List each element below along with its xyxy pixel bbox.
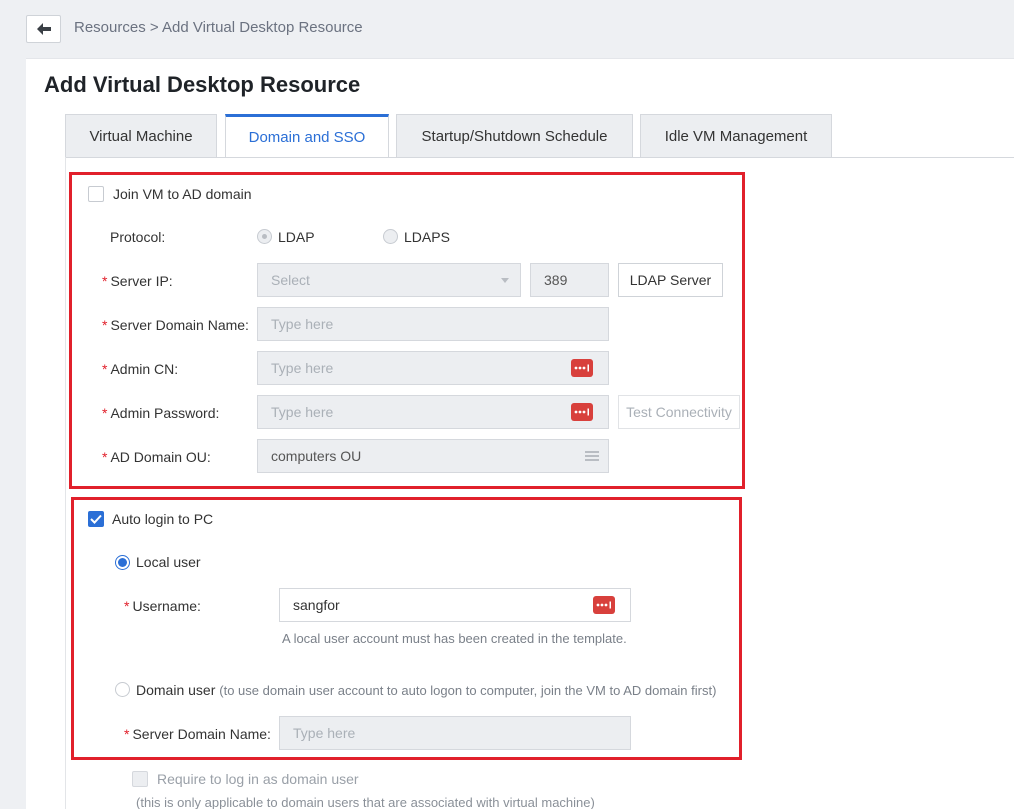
page-title: Add Virtual Desktop Resource — [44, 72, 361, 97]
admin-password-input[interactable]: Type here — [257, 395, 609, 429]
password-manager-icon[interactable] — [593, 596, 615, 614]
tab-domain-and-sso[interactable]: Domain and SSO — [225, 114, 389, 158]
auto-login-checkbox[interactable] — [88, 511, 104, 527]
arrow-left-icon — [36, 23, 51, 35]
ad-domain-ou-label: * AD Domain OU: — [102, 449, 211, 465]
domain-user-radio[interactable] — [115, 682, 130, 697]
breadcrumb-root[interactable]: Resources — [74, 19, 146, 36]
username-hint: A local user account must has been creat… — [282, 631, 627, 646]
check-icon — [90, 514, 102, 524]
password-manager-icon[interactable] — [571, 403, 593, 421]
breadcrumb: Resources > Add Virtual Desktop Resource — [74, 19, 363, 36]
chevron-down-icon — [501, 278, 509, 283]
sso-server-domain-input[interactable]: Type here — [279, 716, 631, 750]
username-input[interactable]: sangfor — [279, 588, 631, 622]
list-icon[interactable] — [585, 451, 599, 461]
sso-server-domain-label: * Server Domain Name: — [124, 726, 271, 742]
ldaps-radio[interactable] — [383, 229, 398, 244]
breadcrumb-current: Add Virtual Desktop Resource — [161, 19, 363, 36]
server-domain-input[interactable]: Type here — [257, 307, 609, 341]
join-ad-label: Join VM to AD domain — [113, 186, 252, 202]
local-user-label: Local user — [136, 554, 201, 570]
local-user-radio[interactable] — [115, 555, 130, 570]
ldap-server-button[interactable]: LDAP Server — [618, 263, 723, 297]
protocol-label: Protocol: — [110, 229, 166, 245]
require-domain-user-label: Require to log in as domain user — [157, 771, 359, 787]
auto-login-label: Auto login to PC — [112, 511, 214, 527]
domain-user-note: (to use domain user account to auto logo… — [219, 683, 717, 698]
test-connectivity-button[interactable]: Test Connectivity — [618, 395, 740, 429]
ldaps-radio-label: LDAPS — [404, 229, 450, 245]
top-bar: Resources > Add Virtual Desktop Resource — [0, 0, 1014, 58]
username-label: * Username: — [124, 598, 201, 614]
admin-password-label: * Admin Password: — [102, 405, 220, 421]
back-button[interactable] — [26, 15, 61, 43]
ad-domain-ou-field[interactable]: computers OU — [257, 439, 609, 473]
ldap-radio-label: LDAP — [278, 229, 315, 245]
password-manager-icon[interactable] — [571, 359, 593, 377]
tab-divider — [65, 157, 1014, 158]
port-field[interactable]: 389 — [530, 263, 609, 297]
admin-cn-label: * Admin CN: — [102, 361, 179, 377]
ldap-radio[interactable] — [257, 229, 272, 244]
require-domain-user-checkbox[interactable] — [132, 771, 148, 787]
server-domain-label: * Server Domain Name: — [102, 317, 249, 333]
tab-virtual-machine[interactable]: Virtual Machine — [65, 114, 217, 158]
breadcrumb-separator: > — [149, 19, 159, 36]
admin-cn-input[interactable]: Type here — [257, 351, 609, 385]
content-border — [65, 157, 66, 809]
join-ad-checkbox[interactable] — [88, 186, 104, 202]
tab-startup-shutdown-schedule[interactable]: Startup/Shutdown Schedule — [396, 114, 633, 158]
server-ip-label: * Server IP: — [102, 273, 173, 289]
tab-idle-vm-management[interactable]: Idle VM Management — [640, 114, 832, 158]
require-domain-user-note: (this is only applicable to domain users… — [136, 795, 595, 809]
server-ip-select[interactable]: Select — [257, 263, 521, 297]
domain-user-label: Domain user (to use domain user account … — [136, 682, 717, 698]
